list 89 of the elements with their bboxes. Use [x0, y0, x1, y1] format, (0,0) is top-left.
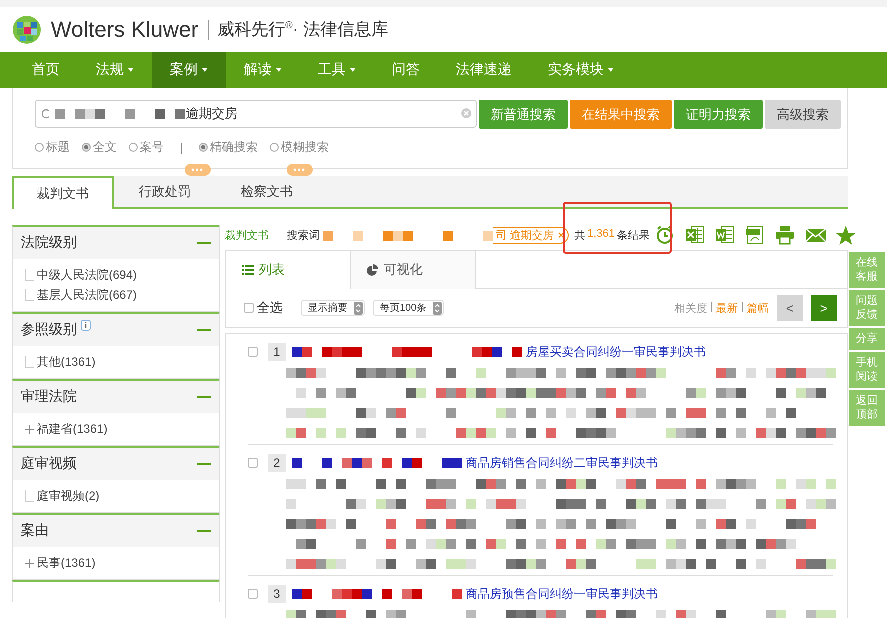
more-badge: •••	[184, 164, 211, 176]
filter-header[interactable]: 案由	[13, 515, 219, 547]
search-button[interactable]: 高级搜索	[765, 100, 841, 129]
category-label: 裁判文书	[225, 228, 269, 243]
separator-text: |	[180, 140, 184, 154]
radio-option[interactable]: 全文	[82, 139, 117, 156]
plus-icon	[25, 558, 34, 568]
document-icon[interactable]	[715, 225, 737, 246]
document-tab[interactable]: 检察文书	[216, 176, 318, 207]
view-tab[interactable]: 可视化	[351, 251, 476, 289]
separator-text: |	[710, 300, 714, 314]
dropdown[interactable]: 显示摘要	[301, 300, 365, 316]
product-name: 威科先行$^{®}$· 法律信息库	[218, 19, 388, 41]
spinner-arrows-icon	[354, 302, 363, 314]
star-icon[interactable]	[835, 225, 857, 246]
result-checkbox[interactable]	[248, 347, 258, 357]
filter-link[interactable]: 中级人民法院(694)	[37, 266, 138, 284]
more-badge: •••	[286, 164, 313, 176]
collapse-icon	[197, 242, 211, 244]
result-number: 1	[268, 343, 286, 361]
search-field[interactable]: 逾期交房	[35, 100, 477, 128]
pie-chart-icon	[367, 264, 379, 276]
count-text: 条结果	[617, 229, 650, 243]
sort-link[interactable]: 相关度	[674, 300, 708, 316]
search-icon	[42, 109, 50, 119]
nav-item[interactable]: 法律速递	[438, 52, 530, 88]
nav-item[interactable]: 首页	[14, 52, 78, 88]
filter-title: 参照级别	[21, 321, 77, 339]
sort-link[interactable]: 最新	[716, 300, 738, 316]
filter-title: 案由	[21, 522, 49, 540]
result-count: 1,361	[588, 228, 616, 242]
radio-option[interactable]: 案号	[129, 139, 164, 156]
tree-line-icon	[25, 269, 34, 281]
search-button[interactable]: 证明力搜索	[674, 100, 763, 129]
count-text: 共	[574, 229, 586, 243]
plus-icon	[25, 424, 34, 434]
printer-icon[interactable]	[775, 225, 797, 246]
select-all-checkbox[interactable]: 全选	[244, 299, 283, 317]
nav-item[interactable]: 法规	[78, 52, 152, 88]
search-button[interactable]: 在结果中搜索	[570, 100, 672, 129]
radio-option[interactable]: 精确搜索	[199, 139, 258, 156]
next-page-button[interactable]: >	[811, 295, 837, 321]
result-number: 2	[268, 454, 286, 472]
filter-header[interactable]: 法院级别	[13, 227, 219, 259]
sort-link[interactable]: 篇幅	[747, 300, 769, 316]
collapse-icon	[197, 462, 211, 466]
tree-line-icon	[25, 289, 34, 301]
filter-title: 审理法院	[21, 388, 77, 406]
document-tab[interactable]: 行政处罚	[114, 176, 216, 207]
result-checkbox[interactable]	[248, 589, 258, 599]
spinner-arrows-icon	[432, 302, 442, 314]
filter-title: 庭审视频	[21, 455, 77, 473]
clear-icon	[461, 108, 472, 119]
brand-name: Wolters Kluwer	[51, 16, 199, 42]
filter-header[interactable]: 参照级别	[13, 314, 219, 346]
tag-text: 司 逾期交房	[496, 228, 554, 243]
filter-title: 法院级别	[21, 234, 77, 252]
result-title-link[interactable]: 房屋买卖合同纠纷一审民事判决书	[526, 344, 706, 360]
dropdown[interactable]: 每页100条	[373, 300, 444, 316]
tree-line-icon	[25, 356, 34, 368]
nav-item[interactable]: 问答	[374, 52, 438, 88]
separator-text: |	[741, 300, 744, 314]
tree-line-icon	[25, 490, 34, 502]
result-number: 3	[268, 585, 286, 603]
filter-link[interactable]: 民事(1361)	[37, 554, 96, 572]
document-tab[interactable]: 裁判文书	[12, 176, 114, 209]
nav-item[interactable]: 案例	[152, 52, 226, 88]
filter-link[interactable]: 庭审视频(2)	[37, 488, 100, 504]
collapse-icon	[197, 396, 211, 398]
search-button[interactable]: 新普通搜索	[479, 100, 568, 129]
list-icon	[242, 265, 254, 275]
filter-link[interactable]: 福建省(1361)	[37, 420, 108, 438]
result-title-link[interactable]: 商品房预售合同纠纷一审民事判决书	[466, 586, 658, 602]
filter-link[interactable]: 其他(1361)	[37, 354, 96, 370]
nav-item[interactable]: 实务模块	[530, 52, 632, 88]
filter-link[interactable]: 基层人民法院(667)	[37, 286, 138, 304]
radio-option[interactable]: 模糊搜索	[270, 139, 330, 156]
collapse-icon	[197, 530, 211, 532]
result-title-link[interactable]: 商品房销售合同纠纷二审民事判决书	[466, 454, 658, 472]
view-tab[interactable]: 列表	[226, 251, 351, 289]
filter-header[interactable]: 庭审视频	[13, 448, 219, 480]
result-checkbox[interactable]	[248, 458, 258, 468]
filter-header[interactable]: 审理法院	[13, 381, 219, 413]
radio-option[interactable]: 标题	[35, 139, 70, 156]
nav-item[interactable]: 工具	[300, 52, 374, 88]
nav-item[interactable]: 解读	[226, 52, 300, 88]
collapse-icon	[197, 328, 211, 332]
spreadsheet-icon[interactable]	[685, 225, 707, 246]
search-term-label: 搜索词	[287, 228, 320, 243]
